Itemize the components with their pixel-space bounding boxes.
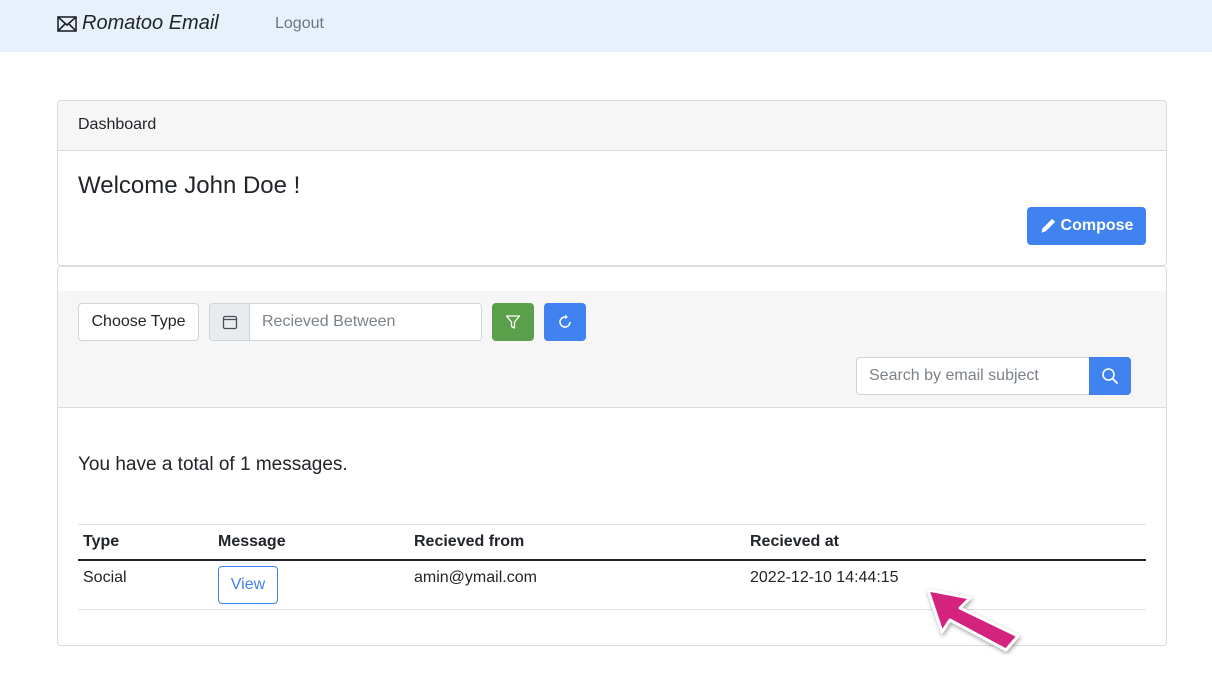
top-navbar: Romatoo Email Logout — [0, 0, 1212, 52]
message-action-cell: View — [213, 560, 409, 610]
envelope-icon — [57, 15, 77, 32]
brand-name: Romatoo Email — [82, 12, 219, 34]
welcome-message: Welcome John Doe ! — [78, 172, 301, 199]
filter-bar: Choose Type — [58, 291, 1166, 408]
compose-label: Compose — [1060, 217, 1134, 234]
search-button[interactable] — [1089, 357, 1131, 395]
funnel-icon — [505, 315, 521, 329]
dashboard-header: Dashboard — [58, 101, 1166, 151]
refresh-icon — [559, 314, 571, 328]
choose-type-button[interactable]: Choose Type — [78, 303, 199, 341]
messages-total: You have a total of 1 messages. — [78, 454, 348, 475]
column-header-message: Message — [213, 524, 409, 561]
date-range-input[interactable] — [250, 304, 481, 340]
message-sender: amin@ymail.com — [409, 560, 745, 610]
column-header-from: Recieved from — [409, 524, 745, 561]
view-button[interactable]: View — [218, 566, 278, 604]
message-type: Social — [78, 560, 213, 610]
filter-button[interactable] — [492, 303, 534, 341]
message-timestamp: 2022-12-10 14:44:15 — [745, 560, 1146, 610]
messages-card: Choose Type Recieved Between Search by e… — [57, 266, 1167, 646]
column-header-type: Type — [78, 524, 213, 561]
dashboard-card: Dashboard Welcome John Doe ! Compose — [57, 100, 1167, 266]
messages-table: Type Message Recieved from Recieved at S… — [78, 524, 1146, 610]
search-group — [856, 357, 1131, 395]
refresh-button[interactable] — [544, 303, 586, 341]
column-header-at: Recieved at — [745, 524, 1146, 561]
compose-button[interactable]: Compose — [1027, 207, 1146, 245]
table-row: Social View amin@ymail.com 2022-12-10 14… — [78, 560, 1146, 610]
date-range-group — [209, 303, 482, 341]
search-icon — [1102, 368, 1118, 384]
pencil-icon — [1040, 218, 1055, 233]
search-input[interactable] — [856, 357, 1089, 395]
calendar-icon[interactable] — [210, 304, 250, 340]
logout-link[interactable]: Logout — [275, 15, 324, 33]
table-header-row: Type Message Recieved from Recieved at — [78, 524, 1146, 561]
brand[interactable]: Romatoo Email — [57, 12, 219, 35]
